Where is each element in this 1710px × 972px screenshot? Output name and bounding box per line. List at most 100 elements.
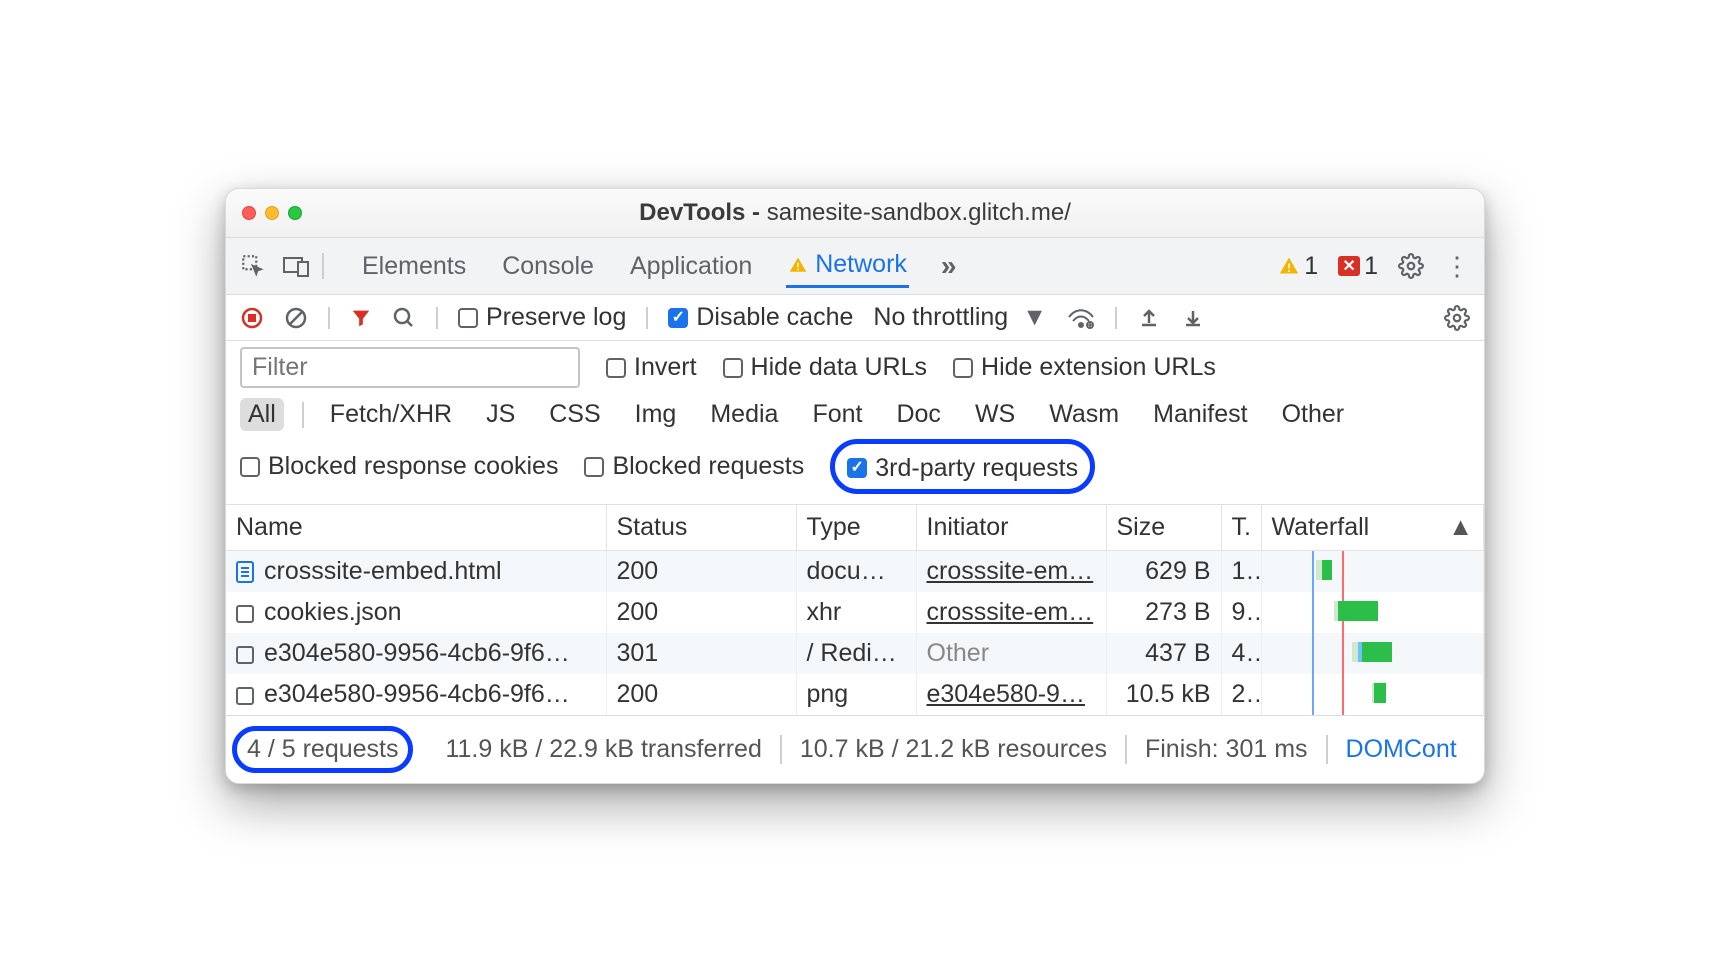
cell-waterfall	[1261, 592, 1484, 633]
file-icon	[236, 687, 254, 705]
warn-count: 1	[1304, 252, 1318, 281]
more-tabs-icon[interactable]: »	[941, 250, 957, 282]
cell-waterfall	[1261, 674, 1484, 715]
clear-icon[interactable]	[284, 306, 308, 330]
close-icon[interactable]	[242, 206, 256, 220]
options-row: Blocked response cookies Blocked request…	[226, 437, 1484, 505]
file-icon	[236, 646, 254, 664]
disable-cache-label: Disable cache	[696, 303, 853, 332]
col-name[interactable]: Name	[226, 505, 606, 551]
type-font[interactable]: Font	[804, 398, 870, 431]
network-toolbar: Preserve log Disable cache No throttling…	[226, 295, 1484, 341]
cell-type: png	[796, 674, 916, 715]
type-doc[interactable]: Doc	[888, 398, 948, 431]
status-domcontentloaded: DOMCont	[1328, 735, 1475, 764]
third-party-checkbox[interactable]: 3rd-party requests	[847, 454, 1078, 483]
cell-waterfall	[1261, 550, 1484, 592]
col-size[interactable]: Size	[1106, 505, 1221, 551]
blocked-requests-checkbox[interactable]: Blocked requests	[584, 452, 804, 481]
col-time[interactable]: T.	[1221, 505, 1261, 551]
cell-size: 10.5 kB	[1106, 674, 1221, 715]
cell-initiator[interactable]: crosssite-em…	[916, 592, 1106, 633]
col-initiator[interactable]: Initiator	[916, 505, 1106, 551]
table-row[interactable]: e304e580-9956-4cb6-9f6…301/ Redi…Other43…	[226, 633, 1484, 674]
tab-application[interactable]: Application	[628, 246, 754, 287]
type-manifest[interactable]: Manifest	[1145, 398, 1255, 431]
tab-console[interactable]: Console	[500, 246, 596, 287]
table-header: Name Status Type Initiator Size T. Water…	[226, 505, 1484, 551]
cell-name: crosssite-embed.html	[226, 550, 606, 592]
settings-icon[interactable]	[1398, 253, 1424, 279]
type-fetch[interactable]: Fetch/XHR	[322, 398, 460, 431]
file-icon	[236, 605, 254, 623]
cell-type: / Redi…	[796, 633, 916, 674]
cell-initiator[interactable]: e304e580-9…	[916, 674, 1106, 715]
table-row[interactable]: cookies.json200xhrcrosssite-em…273 B9..	[226, 592, 1484, 633]
table-row[interactable]: e304e580-9956-4cb6-9f6…200pnge304e580-9……	[226, 674, 1484, 715]
third-party-highlight: 3rd-party requests	[830, 439, 1095, 494]
tab-network[interactable]: Network	[786, 244, 909, 288]
throttling-value: No throttling	[873, 303, 1008, 332]
type-all[interactable]: All	[240, 398, 284, 431]
device-toggle-icon[interactable]	[282, 254, 312, 278]
cell-initiator[interactable]: crosssite-em…	[916, 550, 1106, 592]
search-icon[interactable]	[392, 306, 416, 330]
blocked-cookies-checkbox[interactable]: Blocked response cookies	[240, 452, 558, 481]
filter-row: Invert Hide data URLs Hide extension URL…	[226, 341, 1484, 394]
type-other[interactable]: Other	[1274, 398, 1353, 431]
table-row[interactable]: crosssite-embed.html200docu…crosssite-em…	[226, 550, 1484, 592]
export-har-icon[interactable]	[1137, 306, 1161, 330]
invert-checkbox[interactable]: Invert	[606, 353, 697, 382]
throttling-select[interactable]: No throttling ▼	[873, 303, 1047, 332]
cell-waterfall	[1261, 633, 1484, 674]
filter-input[interactable]	[240, 347, 580, 388]
status-requests: 4 / 5 requests	[247, 735, 398, 763]
warnings-badge[interactable]: 1	[1278, 252, 1318, 281]
status-transferred: 11.9 kB / 22.9 kB transferred	[427, 735, 781, 764]
cell-time: 2..	[1221, 674, 1261, 715]
preserve-log-checkbox[interactable]: Preserve log	[458, 303, 626, 332]
type-img[interactable]: Img	[627, 398, 685, 431]
cell-time: 4..	[1221, 633, 1261, 674]
disable-cache-checkbox[interactable]: Disable cache	[668, 303, 853, 332]
record-icon[interactable]	[240, 306, 264, 330]
tab-network-label: Network	[815, 250, 907, 278]
chevron-down-icon: ▼	[1022, 303, 1047, 332]
filter-icon[interactable]	[350, 307, 372, 329]
type-wasm[interactable]: Wasm	[1041, 398, 1127, 431]
cell-time: 9..	[1221, 592, 1261, 633]
import-har-icon[interactable]	[1181, 306, 1205, 330]
type-ws[interactable]: WS	[967, 398, 1023, 431]
title-prefix: DevTools -	[639, 199, 767, 226]
hide-data-urls-checkbox[interactable]: Hide data URLs	[723, 353, 927, 382]
cell-initiator[interactable]: Other	[916, 633, 1106, 674]
window-title: DevTools - samesite-sandbox.glitch.me/	[302, 199, 1408, 227]
minimize-icon[interactable]	[265, 206, 279, 220]
type-media[interactable]: Media	[702, 398, 786, 431]
cell-type: docu…	[796, 550, 916, 592]
type-js[interactable]: JS	[478, 398, 523, 431]
cell-status: 301	[606, 633, 796, 674]
tab-elements[interactable]: Elements	[360, 246, 468, 287]
cell-type: xhr	[796, 592, 916, 633]
maximize-icon[interactable]	[288, 206, 302, 220]
col-waterfall[interactable]: Waterfall	[1261, 505, 1484, 551]
hide-extension-urls-checkbox[interactable]: Hide extension URLs	[953, 353, 1216, 382]
network-table: Name Status Type Initiator Size T. Water…	[226, 505, 1484, 715]
kebab-icon[interactable]: ⋮	[1444, 251, 1470, 282]
errors-badge[interactable]: ✕ 1	[1338, 252, 1378, 281]
network-conditions-icon[interactable]	[1067, 307, 1095, 329]
col-type[interactable]: Type	[796, 505, 916, 551]
network-settings-icon[interactable]	[1444, 305, 1470, 331]
col-status[interactable]: Status	[606, 505, 796, 551]
cell-size: 437 B	[1106, 633, 1221, 674]
cell-name: e304e580-9956-4cb6-9f6…	[226, 633, 606, 674]
cell-status: 200	[606, 550, 796, 592]
error-icon: ✕	[1338, 256, 1360, 276]
panel-tabstrip: Elements Console Application Network » 1…	[226, 238, 1484, 295]
inspect-icon[interactable]	[240, 253, 266, 279]
cell-name: e304e580-9956-4cb6-9f6…	[226, 674, 606, 715]
type-css[interactable]: CSS	[541, 398, 608, 431]
cell-size: 273 B	[1106, 592, 1221, 633]
cell-status: 200	[606, 674, 796, 715]
